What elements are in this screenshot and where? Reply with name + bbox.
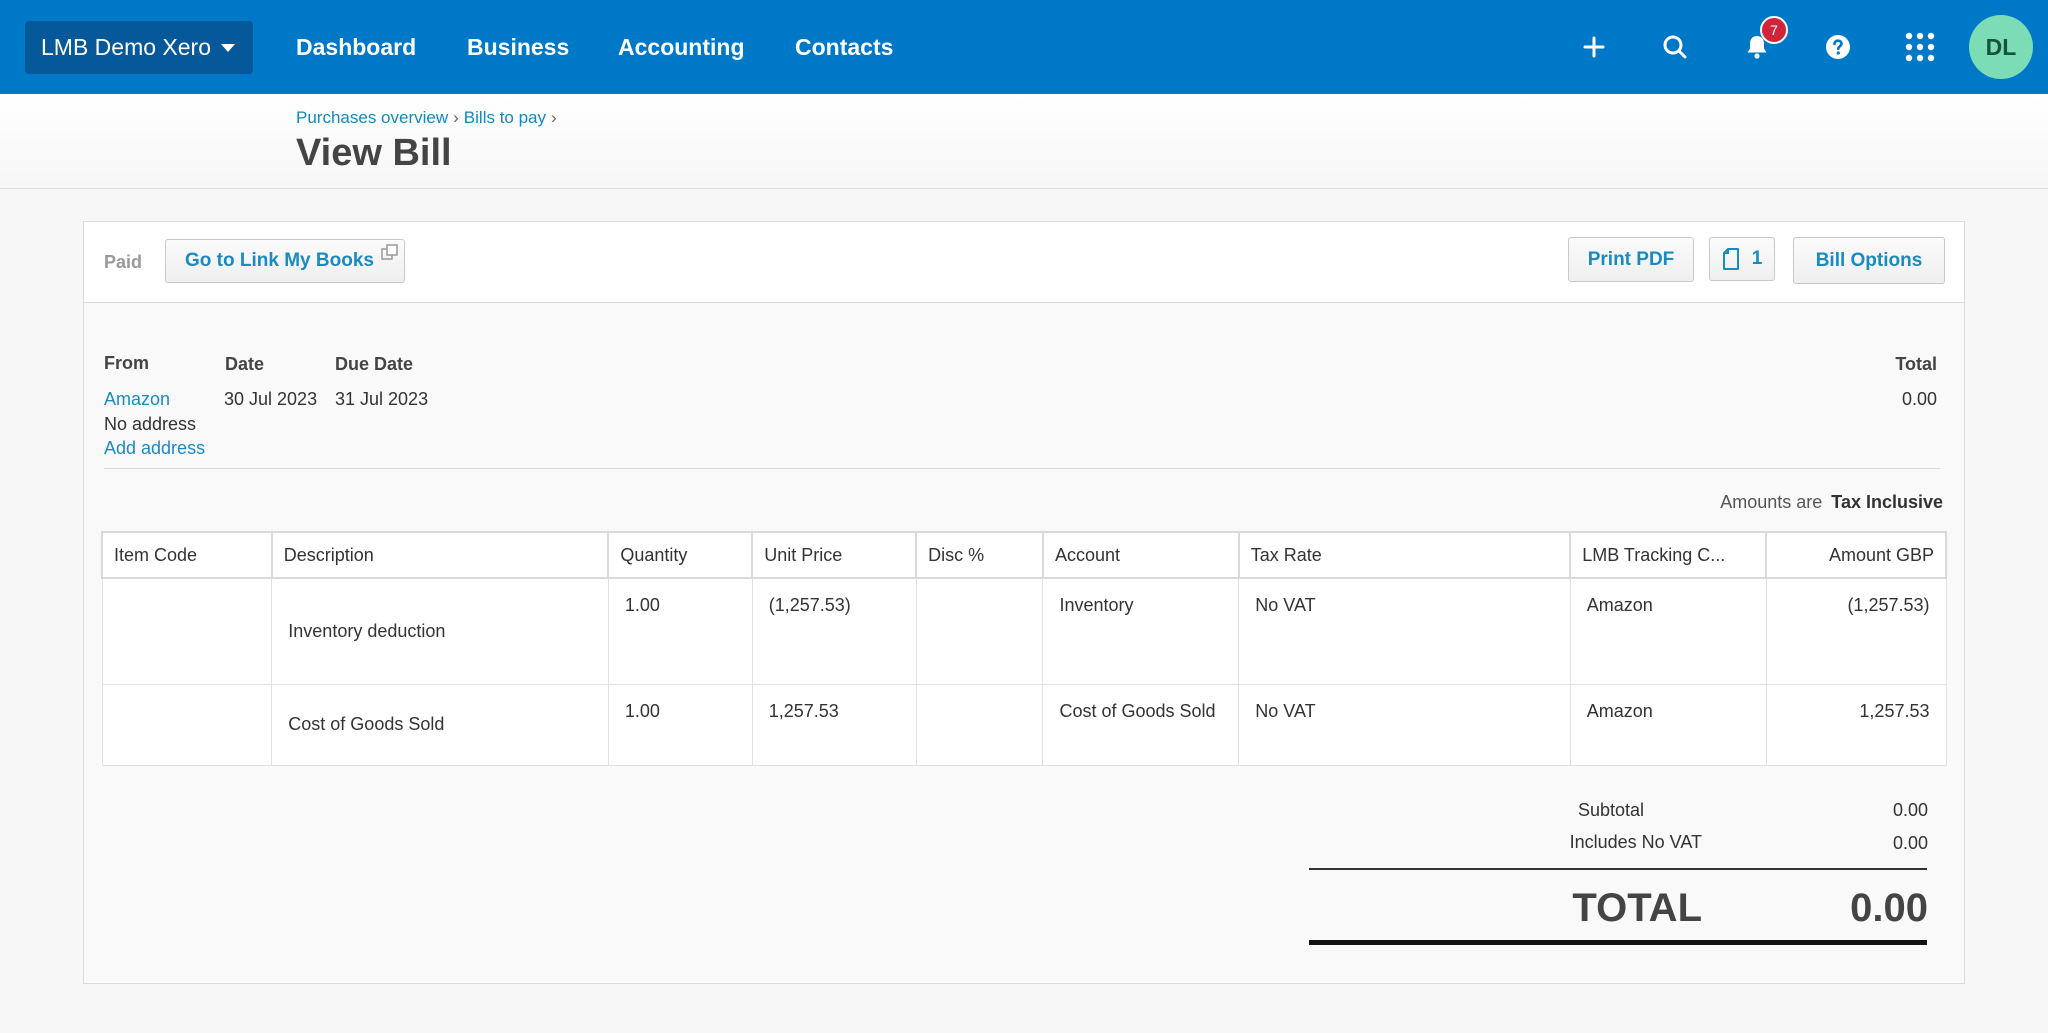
page-title: View Bill [296, 132, 452, 174]
col-account: Account [1041, 531, 1240, 579]
add-address-link[interactable]: Add address [104, 438, 205, 459]
user-avatar[interactable]: DL [1969, 15, 2033, 79]
breadcrumb: Purchases overview › Bills to pay › [296, 108, 557, 127]
col-quantity: Quantity [607, 531, 754, 579]
contact-address: No address [104, 414, 197, 434]
amounts-are-value: Tax Inclusive [1831, 492, 1943, 512]
col-amount: Amount GBP [1765, 531, 1947, 579]
cell-item-code [101, 577, 273, 685]
bill-total: 0.00 [1901, 389, 1937, 409]
date-label: Date [225, 354, 265, 374]
totals-divider [1309, 868, 1927, 870]
external-link-icon [381, 244, 398, 260]
file-icon [1722, 248, 1739, 270]
col-unit-price: Unit Price [751, 531, 918, 579]
top-nav-bar: LMB Demo Xero Dashboard Business Account… [0, 0, 2048, 94]
grand-total-value: 0.00 [1850, 886, 1928, 930]
nav-contacts[interactable]: Contacts [795, 0, 893, 94]
cell-disc [915, 683, 1044, 766]
caret-down-icon [221, 43, 236, 52]
col-item-code: Item Code [101, 531, 273, 579]
nav-dashboard[interactable]: Dashboard [296, 0, 416, 94]
print-pdf-button[interactable]: Print PDF [1568, 237, 1694, 282]
subtotal-value: 0.00 [1892, 800, 1928, 820]
from-label: From [104, 353, 149, 373]
bill-toolbar: Paid Go to Link My Books Print PDF 1 Bil… [84, 222, 1964, 303]
grand-total-label: TOTAL [1572, 886, 1702, 930]
notification-badge: 7 [1760, 16, 1788, 44]
cell-account: Cost of Goods Sold [1042, 683, 1240, 766]
cell-account: Inventory [1042, 577, 1240, 685]
org-switcher[interactable]: LMB Demo Xero [25, 21, 253, 74]
bill-due-date: 31 Jul 2023 [335, 389, 429, 409]
bill-card: Paid Go to Link My Books Print PDF 1 Bil… [83, 221, 1965, 984]
cell-tax-rate: No VAT [1238, 683, 1571, 766]
table-row: Cost of Goods Sold 1.00 1,257.53 Cost of… [101, 683, 1947, 766]
cell-tax-rate: No VAT [1238, 577, 1571, 685]
cell-item-code [101, 683, 273, 766]
cell-quantity: 1.00 [607, 577, 753, 685]
cell-unit-price: 1,257.53 [751, 683, 917, 766]
link-my-books-label: Go to Link My Books [185, 250, 374, 271]
nav-accounting[interactable]: Accounting [618, 0, 745, 94]
bill-options-button[interactable]: Bill Options [1793, 237, 1945, 284]
cell-description: Inventory deduction [271, 577, 609, 685]
divider [104, 468, 1940, 469]
cell-tracking: Amazon [1569, 683, 1767, 766]
totals-double-rule [1309, 940, 1927, 945]
due-date-label: Due Date [335, 354, 414, 374]
apps-grid-icon[interactable] [1896, 23, 1944, 71]
attachments-button[interactable]: 1 [1709, 237, 1775, 281]
breadcrumb-purchases-overview[interactable]: Purchases overview [296, 108, 448, 127]
subtotal-label: Subtotal [1577, 800, 1644, 820]
nav-business[interactable]: Business [467, 0, 569, 94]
attachments-count: 1 [1751, 248, 1763, 269]
amounts-are-label: Amounts are [1720, 492, 1823, 512]
amounts-are-info: Amounts are Tax Inclusive [1720, 492, 1943, 513]
cell-tracking: Amazon [1569, 577, 1767, 685]
help-icon[interactable] [1814, 23, 1862, 71]
status-label: Paid [104, 252, 143, 272]
col-tax-rate: Tax Rate [1237, 531, 1572, 579]
table-row: Inventory deduction 1.00 (1,257.53) Inve… [101, 577, 1947, 685]
cell-description: Cost of Goods Sold [271, 683, 609, 766]
vat-label: Includes No VAT [1569, 832, 1702, 852]
breadcrumb-bills-to-pay[interactable]: Bills to pay [464, 108, 546, 127]
contact-link[interactable]: Amazon [104, 389, 170, 410]
col-tracking: LMB Tracking C... [1569, 531, 1768, 579]
cell-quantity: 1.00 [607, 683, 753, 766]
total-label: Total [1895, 354, 1937, 374]
col-description: Description [270, 531, 610, 579]
line-items-table: Item Code Description Quantity Unit Pric… [101, 531, 1947, 766]
table-header-row: Item Code Description Quantity Unit Pric… [101, 531, 1947, 579]
search-icon[interactable] [1651, 23, 1699, 71]
vat-value: 0.00 [1892, 833, 1928, 853]
cell-amount: (1,257.53) [1765, 577, 1947, 685]
bill-date: 30 Jul 2023 [224, 389, 318, 409]
cell-unit-price: (1,257.53) [751, 577, 917, 685]
plus-icon[interactable] [1570, 23, 1618, 71]
cell-disc [915, 577, 1044, 685]
cell-amount: 1,257.53 [1765, 683, 1947, 766]
org-name: LMB Demo Xero [41, 34, 212, 60]
col-disc: Disc % [915, 531, 1044, 579]
go-to-link-my-books-button[interactable]: Go to Link My Books [165, 239, 405, 283]
